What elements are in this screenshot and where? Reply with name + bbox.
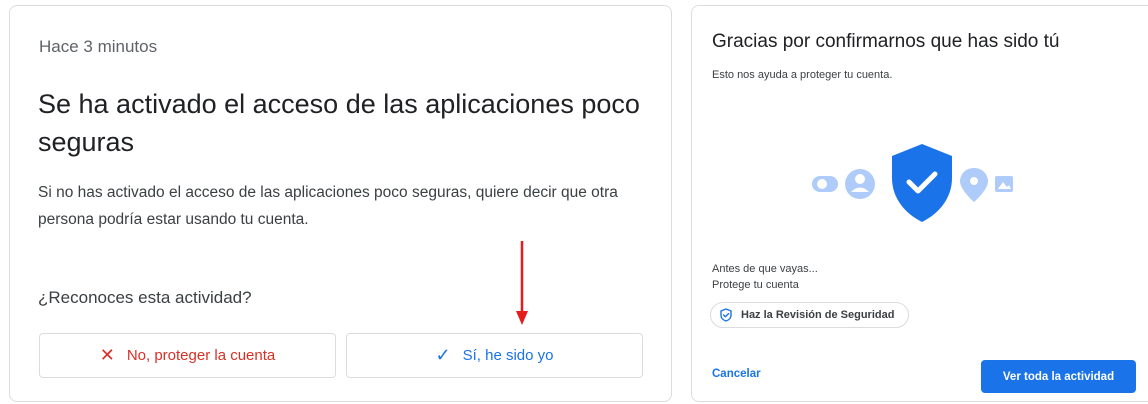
cancel-button[interactable]: Cancelar <box>712 368 761 380</box>
activity-question: ¿Reconoces esta actividad? <box>38 288 252 307</box>
before-you-go-text: Antes de que vayas... Protege tu cuenta <box>712 261 818 293</box>
shield-check-icon <box>892 144 952 222</box>
x-icon: ✕ <box>99 345 115 365</box>
security-checkup-label: Haz la Revisión de Seguridad <box>741 309 895 321</box>
confirmation-dialog: Gracias por confirmarnos que has sido tú… <box>691 5 1148 402</box>
deny-protect-account-button[interactable]: ✕ No, proteger la cuenta <box>39 333 336 378</box>
toggle-icon <box>812 176 838 192</box>
red-arrow-annotation <box>516 241 528 325</box>
security-checkup-chip[interactable]: Haz la Revisión de Seguridad <box>710 302 910 328</box>
deny-button-label: No, proteger la cuenta <box>126 347 276 364</box>
location-pin-icon <box>960 168 988 202</box>
confirmation-title: Gracias por confirmarnos que has sido tú <box>712 31 1060 52</box>
protect-account-line: Protege tu cuenta <box>712 279 799 291</box>
confirm-it-was-me-button[interactable]: ✓ Sí, he sido yo <box>346 333 643 378</box>
alert-title: Se ha activado el acceso de las aplicaci… <box>38 89 640 157</box>
alert-timestamp: Hace 3 minutos <box>39 37 158 56</box>
alert-description: Si no has activado el acceso de las apli… <box>38 184 618 228</box>
confirm-button-label: Sí, he sido yo <box>462 347 554 364</box>
shield-check-icon <box>720 308 732 322</box>
person-icon <box>845 169 875 199</box>
security-alert-card: Hace 3 minutos Se ha activado el acceso … <box>9 5 672 402</box>
image-icon <box>995 176 1013 192</box>
view-all-activity-button[interactable]: Ver toda la actividad <box>981 360 1136 393</box>
check-icon: ✓ <box>435 345 451 365</box>
security-illustration <box>812 144 1022 229</box>
confirmation-subtitle: Esto nos ayuda a proteger tu cuenta. <box>712 69 893 81</box>
before-you-go-line: Antes de que vayas... <box>712 263 818 275</box>
